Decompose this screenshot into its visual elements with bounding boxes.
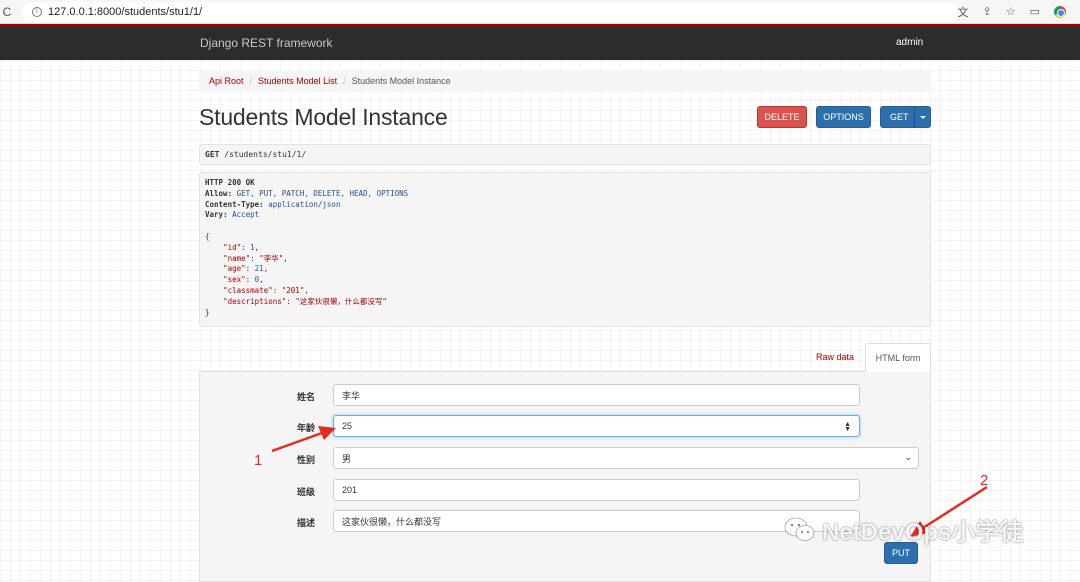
bookmark-star-icon[interactable]: ☆ xyxy=(1006,5,1016,18)
name-input[interactable]: 李华 xyxy=(333,384,860,406)
breadcrumb-students-model-list[interactable]: Students Model List xyxy=(258,76,337,86)
json-close-brace: } xyxy=(205,307,210,317)
breadcrumb-separator: / xyxy=(343,76,346,86)
options-button[interactable]: OPTIONS xyxy=(816,106,871,128)
age-label: 年龄 xyxy=(296,423,315,433)
navbar-user[interactable]: admin xyxy=(896,37,923,48)
class-label: 班级 xyxy=(296,487,315,497)
name-label: 姓名 xyxy=(296,392,315,402)
json-value: "这家伙很懒，什么都没写" xyxy=(295,296,387,306)
request-method: GET xyxy=(205,150,220,159)
sex-select[interactable]: 男 ⌄ xyxy=(333,447,919,469)
json-key: "classmate" xyxy=(223,285,273,295)
json-key: "descriptions" xyxy=(223,296,287,306)
breadcrumb: Api Root / Students Model List / Student… xyxy=(199,70,931,92)
chevron-down-icon: ⌄ xyxy=(904,452,912,462)
response-header-key: Allow: xyxy=(205,188,233,198)
share-icon[interactable]: ⇪ xyxy=(983,5,992,18)
description-input[interactable]: 这家伙很懒，什么都没写 xyxy=(333,510,860,532)
breadcrumb-api-root[interactable]: Api Root xyxy=(209,76,244,86)
delete-button[interactable]: DELETE xyxy=(757,106,807,128)
navbar-brand[interactable]: Django REST framework xyxy=(200,36,333,50)
annotation-marker-2: 2 xyxy=(980,472,989,489)
reload-icon[interactable]: C xyxy=(0,5,14,19)
site-info-icon[interactable] xyxy=(32,6,42,17)
class-input-value: 201 xyxy=(342,485,358,495)
annotation-marker-1: 1 xyxy=(254,452,263,469)
translate-icon[interactable]: 文 xyxy=(958,4,969,20)
age-input-value: 25 xyxy=(342,421,353,431)
browser-actions: 文 ⇪ ☆ ▭ xyxy=(958,4,1080,20)
json-value: 0 xyxy=(254,275,260,285)
json-open-brace: { xyxy=(205,231,210,241)
json-value: 21 xyxy=(254,264,264,274)
get-button[interactable]: GET xyxy=(880,106,931,128)
response-header-key: Content-Type: xyxy=(205,199,264,209)
navbar: Django REST framework admin xyxy=(0,26,1080,60)
json-value: "201" xyxy=(281,285,305,295)
request-path: /students/stu1/1/ xyxy=(224,150,307,159)
get-button-divider xyxy=(914,107,915,127)
response-header-key: Vary: xyxy=(205,210,228,220)
wechat-icon xyxy=(784,517,815,541)
response-header-value: Accept xyxy=(232,210,260,220)
name-input-value: 李华 xyxy=(342,390,361,401)
description-input-value: 这家伙很懒，什么都没写 xyxy=(342,516,442,527)
json-value: 1 xyxy=(250,242,255,252)
caret-down-icon[interactable] xyxy=(920,116,926,119)
breadcrumb-current: Students Model Instance xyxy=(351,76,451,86)
class-input[interactable]: 201 xyxy=(333,479,860,501)
response-status: HTTP 200 OK xyxy=(205,178,255,187)
json-key: "age" xyxy=(223,264,246,274)
sex-label: 性别 xyxy=(296,455,315,465)
url-text[interactable]: 127.0.0.1:8000/students/stu1/1/ xyxy=(48,6,202,18)
html-form-panel: 姓名 李华 年龄 25 ▲ ▼ 性别 男 ⌄ 班级 201 描述 这家伙很懒，什么… xyxy=(199,372,931,582)
breadcrumb-separator: / xyxy=(249,76,253,86)
page-title: Students Model Instance xyxy=(199,104,448,130)
response-header-value: GET, PUT, PATCH, DELETE, HEAD, OPTIONS xyxy=(236,188,409,198)
json-key: "id" xyxy=(223,242,242,252)
address-bar[interactable]: 127.0.0.1:8000/students/stu1/1/ xyxy=(22,1,958,22)
sex-select-value: 男 xyxy=(342,453,352,464)
profile-icon[interactable] xyxy=(1054,5,1066,18)
json-key: "name" xyxy=(223,253,251,263)
request-info: GET /students/stu1/1/ xyxy=(199,144,931,165)
watermark: NetDevOps小学徒 xyxy=(784,512,1023,547)
form-tabs: Raw data HTML form xyxy=(199,343,931,373)
browser-toolbar: C 127.0.0.1:8000/students/stu1/1/ 文 ⇪ ☆ … xyxy=(0,0,1080,24)
tab-html-form[interactable]: HTML form xyxy=(865,343,931,373)
response-header-value: application/json xyxy=(268,199,341,209)
tab-icon[interactable]: ▭ xyxy=(1030,5,1040,18)
age-input[interactable]: 25 ▲ ▼ xyxy=(333,415,860,437)
get-button-label: GET xyxy=(890,112,909,122)
json-key: "sex" xyxy=(223,275,246,285)
stepper-icon[interactable]: ▲ ▼ xyxy=(844,421,851,433)
tab-raw-data[interactable]: Raw data xyxy=(816,352,854,362)
watermark-text: NetDevOps小学徒 xyxy=(822,519,1024,546)
main-content: Api Root / Students Model List / Student… xyxy=(199,60,931,582)
response-info: HTTP 200 OK Allow: GET, PUT, PATCH, DELE… xyxy=(199,172,931,327)
description-label: 描述 xyxy=(296,518,315,528)
json-value: "李华" xyxy=(259,253,284,263)
